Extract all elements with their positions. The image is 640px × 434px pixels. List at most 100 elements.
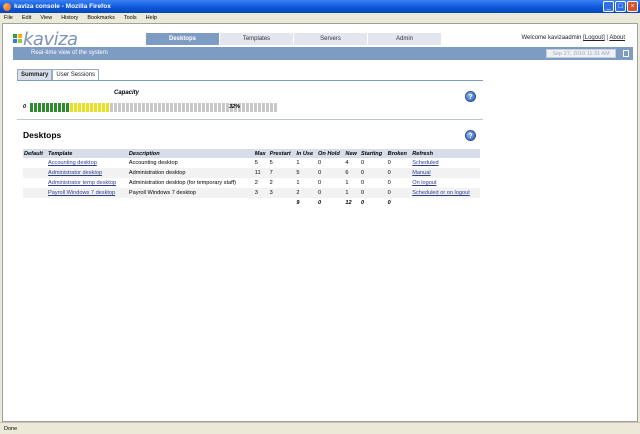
table-cell: 0 [359, 168, 387, 178]
refresh-link[interactable]: Scheduled or on logout [411, 188, 480, 198]
tab-summary[interactable]: Summary [17, 69, 53, 80]
menu-file[interactable]: File [4, 15, 13, 21]
table-cell: 2 [295, 188, 318, 198]
capacity-min-label: 0 [23, 104, 27, 110]
capacity-segment [214, 103, 217, 112]
total-cell [23, 198, 47, 208]
welcome-text: Welcome kavizaadmin [521, 35, 584, 41]
table-row: Administrator temp desktop Administration… [23, 178, 480, 188]
capacity-segment [74, 103, 77, 112]
capacity-segment [210, 103, 213, 112]
tab-templates[interactable]: Templates [220, 33, 293, 45]
menu-view[interactable]: View [40, 15, 52, 21]
table-cell: 1 [345, 180, 349, 186]
total-cell [411, 198, 480, 208]
capacity-segment [146, 103, 149, 112]
firefox-icon [3, 2, 11, 11]
column-header: Refresh [411, 149, 480, 158]
capacity-segment [130, 103, 133, 112]
capacity-help-icon[interactable]: ? [465, 91, 476, 102]
capacity-segment [46, 103, 49, 112]
capacity-segment [242, 103, 245, 112]
maximize-button[interactable]: □ [615, 1, 626, 12]
capacity-segment [182, 103, 185, 112]
capacity-segment [90, 103, 93, 112]
capacity-segment [142, 103, 145, 112]
column-header: In Use [295, 149, 318, 158]
table-cell: 0 [360, 160, 365, 166]
column-header: Prestart [268, 149, 296, 158]
menu-tools[interactable]: Tools [124, 15, 137, 21]
capacity-segment [114, 103, 117, 112]
table-header-row: Default Template Description Max Prestart In … [23, 149, 480, 158]
about-link[interactable]: About [609, 35, 625, 41]
template-link[interactable]: Administrator desktop [47, 168, 128, 178]
tab-user-sessions[interactable]: User Sessions [52, 69, 100, 80]
tab-desktops[interactable]: Desktops [146, 33, 219, 45]
refresh-link[interactable]: On logout [411, 178, 480, 188]
capacity-segment [154, 103, 157, 112]
menu-history[interactable]: History [61, 15, 78, 21]
table-cell: 0 [387, 160, 391, 166]
capacity-segment [166, 103, 169, 112]
sub-tabs: Summary User Sessions [17, 69, 100, 80]
capacity-segment [218, 103, 221, 112]
column-header: Starting [359, 149, 387, 158]
grid-icon[interactable] [623, 50, 629, 57]
menu-help[interactable]: Help [146, 15, 157, 21]
total-cell: 0 [387, 200, 391, 206]
capacity-segment [198, 103, 201, 112]
template-link[interactable]: Administrator temp desktop [47, 178, 128, 188]
table-cell: 6 [344, 168, 360, 178]
capacity-segment [34, 103, 37, 112]
capacity-segment [258, 103, 261, 112]
table-cell: 3 [253, 188, 269, 198]
refresh-link[interactable]: Manual [411, 168, 480, 178]
refresh-link[interactable]: Scheduled [411, 158, 480, 168]
section-divider [17, 119, 483, 120]
total-cell: 0 [360, 200, 365, 206]
welcome-area: Welcome kavizaadmin [Logout] | About [521, 35, 625, 41]
table-cell: Administration desktop (for temporary st… [128, 180, 237, 186]
capacity-segment [58, 103, 61, 112]
table-cell: 0 [318, 180, 322, 186]
capacity-segment [194, 103, 197, 112]
table-cell [23, 178, 47, 188]
table-cell: 7 [268, 168, 296, 178]
minimize-button[interactable]: _ [603, 1, 614, 12]
capacity-segment [42, 103, 45, 112]
template-link[interactable]: Accounting desktop [47, 158, 128, 168]
logout-link[interactable]: [Logout] [583, 35, 605, 41]
table-cell: 2 [269, 180, 273, 186]
capacity-percent: 32% [229, 104, 241, 110]
capacity-segment [222, 103, 225, 112]
column-header: Default [23, 149, 47, 158]
menu-edit[interactable]: Edit [22, 15, 31, 21]
menubar: File Edit View History Bookmarks Tools H… [0, 13, 640, 23]
menu-bookmarks[interactable]: Bookmarks [87, 15, 115, 21]
capacity-segment [266, 103, 269, 112]
desktops-help-icon[interactable]: ? [465, 130, 476, 141]
table-cell: 0 [386, 168, 412, 178]
table-cell: 3 [268, 188, 296, 198]
capacity-segment [102, 103, 105, 112]
table-cell: 0 [318, 160, 322, 166]
capacity-segment [66, 103, 69, 112]
capacity-segment [274, 103, 277, 112]
table-row: Accounting desktop Accounting desktop 5 5 1 0… [23, 158, 480, 168]
capacity-segment [186, 103, 189, 112]
total-cell [254, 198, 269, 208]
tab-servers[interactable]: Servers [294, 33, 367, 45]
table-cell: 4 [345, 160, 349, 166]
table-cell: 0 [360, 180, 365, 186]
tab-admin[interactable]: Admin [368, 33, 441, 45]
table-row: Payroll Windows 7 desktop Payroll Windows… [23, 188, 480, 198]
capacity-segment [250, 103, 253, 112]
capacity-segment [98, 103, 101, 112]
table-cell: Payroll Windows 7 desktop [127, 188, 254, 198]
template-link[interactable]: Payroll Windows 7 desktop [47, 188, 128, 198]
close-button[interactable]: × [627, 1, 638, 12]
capacity-segment [150, 103, 153, 112]
capacity-segment [122, 103, 125, 112]
capacity-segment [190, 103, 193, 112]
